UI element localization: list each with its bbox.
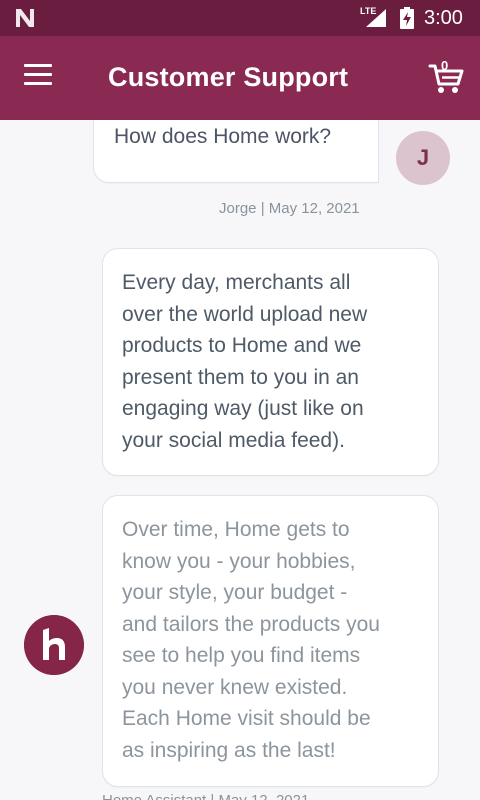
user-avatar: J [396,131,450,185]
agent-message-meta: Home Assistant | May 12, 2021 [102,792,309,800]
agent-message-text: Every day, merchants all over the world … [122,271,368,452]
chat-thread[interactable]: How does Home work? J Jorge | May 12, 20… [0,120,480,800]
page-title: Customer Support [108,62,349,92]
user-message-meta: Jorge | May 12, 2021 [219,200,360,217]
agent-message-bubble: Over time, Home gets to know you - your … [102,495,439,787]
cart-count-badge: 0 [441,58,449,73]
agent-message-text: Over time, Home gets to know you - your … [122,518,380,762]
battery-charging-icon [400,7,414,29]
hamburger-menu-icon[interactable] [24,64,60,92]
agent-message-bubble: Every day, merchants all over the world … [102,248,439,476]
home-h-logo-icon [24,615,84,675]
user-message-bubble: How does Home work? [93,120,379,183]
user-message-text: How does Home work? [114,125,332,148]
app-bar: Customer Support 0 [0,36,480,120]
status-time: 3:00 [424,7,463,29]
signal-icon [366,9,386,27]
status-bar: LTE 3:00 [0,0,480,36]
n-logo-icon [16,9,34,27]
